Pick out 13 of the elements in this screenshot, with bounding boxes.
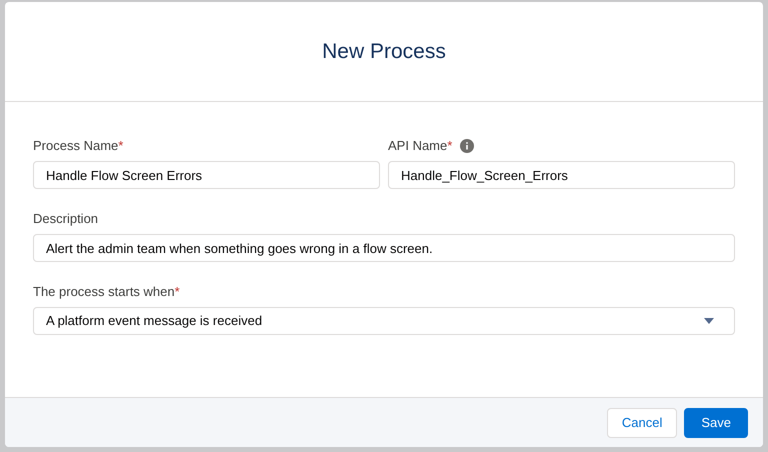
dropdown-field[interactable]: A platform event message is received	[33, 307, 735, 335]
field-label: API Name*	[388, 137, 452, 156]
cancel-button[interactable]: Cancel	[606, 408, 678, 438]
caret-icon	[704, 318, 714, 324]
save-button[interactable]: Save	[684, 408, 748, 438]
input-field[interactable]: Handle_Flow_Screen_Errors	[388, 161, 735, 189]
field-label: Process Name*	[33, 137, 124, 156]
info-icon[interactable]	[460, 139, 474, 153]
dialog-title: New Process	[322, 38, 446, 65]
field-label: The process starts when*	[33, 283, 180, 302]
field-label: Description	[33, 210, 98, 228]
input-field[interactable]: Handle Flow Screen Errors	[33, 161, 380, 189]
input-field[interactable]: Alert the admin team when something goes wrong in a flow screen.	[33, 234, 735, 262]
